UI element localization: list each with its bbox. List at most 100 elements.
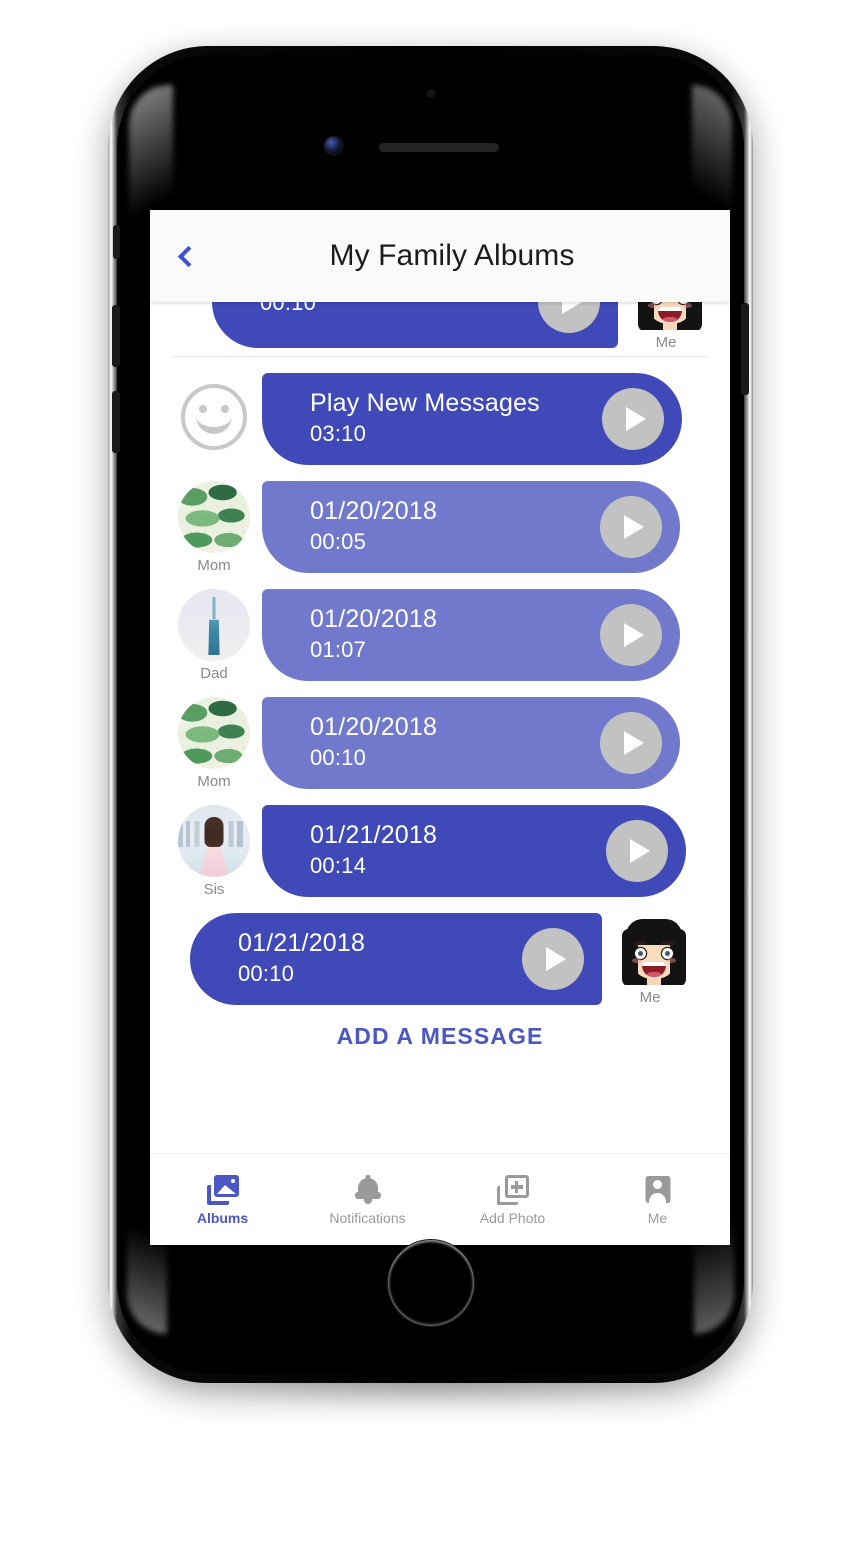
- avatar-label: Me: [655, 334, 677, 350]
- avatar-label: Mom: [197, 557, 231, 574]
- play-icon: [625, 407, 646, 431]
- message-bubble[interactable]: 00:10: [212, 302, 618, 348]
- message-bubble[interactable]: 01/20/2018 01:07: [262, 589, 680, 681]
- play-icon: [629, 839, 650, 863]
- play-button[interactable]: [538, 302, 600, 333]
- avatar-group[interactable]: Mom: [172, 481, 256, 573]
- message-duration: 00:10: [238, 961, 295, 987]
- message-title: 01/20/2018: [310, 712, 438, 741]
- avatar-label: Sis: [203, 881, 225, 898]
- avatar: [178, 381, 250, 453]
- message-duration: 01:07: [310, 637, 367, 663]
- silent-switch[interactable]: [113, 225, 120, 259]
- person-icon: [642, 1175, 674, 1205]
- app-header: My Family Albums: [150, 210, 730, 302]
- tab-me[interactable]: Me: [585, 1175, 730, 1225]
- add-photo-icon: [496, 1174, 529, 1205]
- bubble-text: 01/20/2018 00:10: [310, 713, 600, 773]
- message-title: Play New Messages: [310, 388, 540, 417]
- avatar: [630, 302, 702, 330]
- bubble-text: 01/20/2018 01:07: [310, 605, 600, 665]
- avatar-group[interactable]: Me: [608, 913, 692, 1005]
- message-bubble[interactable]: 01/20/2018 00:10: [262, 697, 680, 789]
- volume-down-button[interactable]: [112, 391, 120, 453]
- photo-girl-icon: [178, 805, 250, 877]
- bubble-text: 01/20/2018 00:05: [310, 497, 600, 557]
- avatar-group[interactable]: Me: [624, 302, 708, 350]
- play-button[interactable]: [606, 820, 668, 882]
- tab-label: Me: [647, 1209, 668, 1226]
- page-root: My Family Albums 00:10 Me Play New Messa…: [0, 0, 860, 1551]
- play-new-messages-bubble[interactable]: Play New Messages 03:10: [262, 373, 682, 465]
- play-icon: [561, 302, 582, 314]
- message-row-partial[interactable]: 00:10 Me: [150, 302, 730, 350]
- avatar-group[interactable]: [172, 381, 256, 458]
- phone-bezel: My Family Albums 00:10 Me Play New Messa…: [112, 55, 749, 1374]
- tab-add-photo[interactable]: Add Photo: [440, 1174, 585, 1226]
- bell-icon: [352, 1174, 384, 1205]
- tab-label: Notifications: [329, 1209, 406, 1226]
- bitmoji-me-icon: [630, 302, 702, 330]
- play-button[interactable]: [602, 388, 664, 450]
- message-row[interactable]: 01/21/2018 00:10 Me: [150, 913, 730, 1005]
- page-title: My Family Albums: [329, 239, 575, 272]
- power-button[interactable]: [741, 303, 749, 395]
- bitmoji-me-icon: [614, 913, 686, 985]
- message-title: 01/21/2018: [238, 928, 366, 957]
- play-icon: [623, 515, 644, 539]
- bubble-text: Play New Messages 03:10: [310, 389, 602, 449]
- home-button[interactable]: [387, 1240, 474, 1326]
- avatar-label: Me: [639, 989, 661, 1006]
- bubble-text: 01/21/2018 00:14: [310, 821, 606, 881]
- message-duration: 00:05: [310, 529, 367, 555]
- front-camera-icon: [325, 137, 342, 154]
- message-row[interactable]: Play New Messages 03:10: [150, 373, 730, 465]
- tab-label: Albums: [196, 1209, 249, 1226]
- tab-notifications[interactable]: Notifications: [295, 1174, 440, 1226]
- avatar-group[interactable]: Mom: [172, 697, 256, 789]
- message-bubble[interactable]: 01/21/2018 00:14: [262, 805, 686, 897]
- phone-screen: My Family Albums 00:10 Me Play New Messa…: [150, 210, 730, 1245]
- message-row[interactable]: Mom 01/20/2018 00:10: [150, 697, 730, 789]
- albums-icon: [206, 1174, 239, 1205]
- avatar: [178, 481, 250, 553]
- avatar: [178, 805, 250, 877]
- message-row[interactable]: Sis 01/21/2018 00:14: [150, 805, 730, 897]
- earpiece-speaker-icon: [379, 143, 499, 152]
- bubble-text: 00:10: [260, 302, 538, 317]
- avatar-group[interactable]: Dad: [172, 589, 256, 681]
- message-row[interactable]: Mom 01/20/2018 00:05: [150, 481, 730, 573]
- avatar: [178, 697, 250, 769]
- add-a-message-button[interactable]: ADD A MESSAGE: [150, 1005, 730, 1050]
- message-title: 01/20/2018: [310, 496, 438, 525]
- tab-albums[interactable]: Albums: [150, 1174, 295, 1226]
- message-duration: 00:14: [310, 853, 367, 879]
- message-bubble[interactable]: 01/20/2018 00:05: [262, 481, 680, 573]
- avatar-group[interactable]: Sis: [172, 805, 256, 897]
- message-duration: 03:10: [310, 421, 367, 447]
- play-icon: [623, 731, 644, 755]
- play-button[interactable]: [600, 496, 662, 558]
- proximity-sensor-icon: [426, 89, 435, 98]
- photo-leaves-icon: [178, 481, 250, 553]
- message-list[interactable]: 00:10 Me Play New Messages 03:10 Mom 01/…: [150, 302, 730, 1153]
- message-row[interactable]: Dad 01/20/2018 01:07: [150, 589, 730, 681]
- message-title: 01/20/2018: [310, 604, 438, 633]
- tab-label: Add Photo: [479, 1209, 546, 1226]
- message-duration: 00:10: [310, 745, 367, 771]
- phone-device-frame: My Family Albums 00:10 Me Play New Messa…: [108, 46, 753, 1383]
- play-button[interactable]: [522, 928, 584, 990]
- avatar-label: Dad: [200, 665, 228, 682]
- bubble-text: 01/21/2018 00:10: [238, 929, 522, 989]
- photo-tower-icon: [178, 589, 250, 661]
- play-button[interactable]: [600, 712, 662, 774]
- avatar: [178, 589, 250, 661]
- message-bubble[interactable]: 01/21/2018 00:10: [190, 913, 602, 1005]
- play-button[interactable]: [600, 604, 662, 666]
- volume-up-button[interactable]: [112, 305, 120, 367]
